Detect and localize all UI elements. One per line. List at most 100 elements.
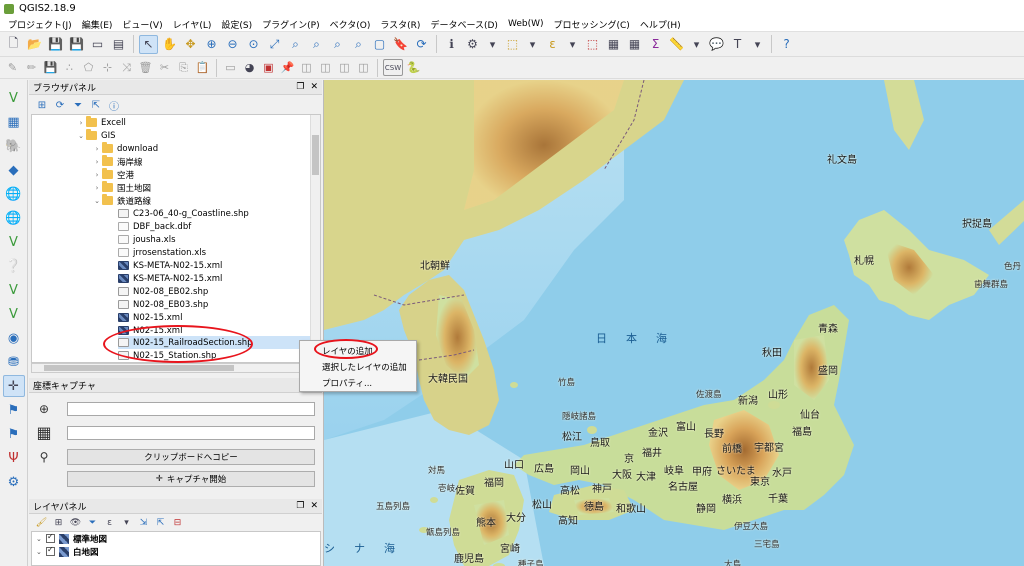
- node-tool-icon[interactable]: ⊹: [99, 59, 116, 76]
- menu-view[interactable]: ビュー(V): [117, 18, 167, 31]
- new-shapefile-icon[interactable]: V: [3, 303, 25, 325]
- tree-item[interactable]: N02-08_EB03.shp: [118, 298, 208, 311]
- tree-item[interactable]: KS-META-N02-15.xml: [118, 259, 222, 272]
- map-canvas[interactable]: 日 本 海 シ ナ 海 礼文島 択捉島 札幌 色丹 歯舞群島 北朝鮮 大韓民国 …: [323, 80, 1024, 566]
- add-wcs-layer-icon[interactable]: 🌐: [3, 207, 25, 229]
- add-wms-layer-icon[interactable]: 🌐: [3, 183, 25, 205]
- dropdown-arrow-icon[interactable]: ▾: [564, 36, 581, 53]
- tree-item[interactable]: jrrosenstation.xls: [118, 246, 206, 259]
- select-features-icon[interactable]: ⬚: [503, 35, 522, 54]
- tree-item[interactable]: ⌄ GIS: [76, 129, 116, 142]
- layer-row[interactable]: ⌄ 標準地図: [32, 532, 320, 545]
- tracking-icon[interactable]: ⚲: [36, 449, 52, 465]
- tree-horizontal-scrollbar[interactable]: [31, 363, 321, 373]
- new-map-view-icon[interactable]: ▢: [370, 35, 389, 54]
- gps-tools-icon[interactable]: ⚑: [3, 399, 25, 421]
- collapse-all-layers-icon[interactable]: ⇱: [153, 516, 168, 531]
- scrollbar-thumb[interactable]: [44, 365, 234, 371]
- tree-vertical-scrollbar[interactable]: [310, 115, 320, 362]
- float-panel-icon[interactable]: ❐: [296, 501, 304, 511]
- menu-vector[interactable]: ベクタ(O): [325, 18, 376, 31]
- cut-features-icon[interactable]: ✂: [156, 59, 173, 76]
- zoom-next-icon[interactable]: ⌕: [349, 35, 368, 54]
- filter-legend-icon[interactable]: ⏷: [85, 516, 100, 531]
- properties-info-icon[interactable]: ⓘ: [106, 97, 122, 113]
- map-tips-icon[interactable]: 💬: [707, 35, 726, 54]
- float-panel-icon[interactable]: ❐: [296, 82, 304, 92]
- delete-selected-icon[interactable]: 🗑: [137, 59, 154, 76]
- refresh-browser-icon[interactable]: ⟳: [52, 97, 68, 113]
- crs-grid-icon[interactable]: ▦: [36, 423, 52, 442]
- expand-all-icon[interactable]: ⇲: [136, 516, 151, 531]
- open-layer-styling-icon[interactable]: 🖌: [34, 516, 49, 531]
- tree-item[interactable]: KS-META-N02-15.xml: [118, 272, 222, 285]
- menu-project[interactable]: プロジェクト(J): [3, 18, 77, 31]
- label-pie-icon[interactable]: ◕: [241, 59, 258, 76]
- dropdown-arrow-icon[interactable]: ▾: [688, 36, 705, 53]
- zoom-in-icon[interactable]: ⊕: [202, 35, 221, 54]
- add-virtual-layer-icon[interactable]: V: [3, 279, 25, 301]
- manage-map-themes-icon[interactable]: 👁: [68, 516, 83, 531]
- expand-arrow-icon[interactable]: ›: [92, 171, 102, 179]
- add-vector-layer-icon[interactable]: V: [3, 87, 25, 109]
- move-feature-icon[interactable]: ⤨: [118, 59, 135, 76]
- add-selected-layers-icon[interactable]: ⊞: [34, 97, 50, 113]
- tree-item[interactable]: › 空港: [92, 168, 134, 181]
- highlight-pinned-labels-icon[interactable]: ▣: [260, 59, 277, 76]
- collapse-arrow-icon[interactable]: ⌄: [92, 197, 102, 205]
- add-mssql-layer-icon[interactable]: ⛃: [3, 351, 25, 373]
- python-console-icon[interactable]: 🐍: [405, 59, 422, 76]
- save-layer-edits-icon[interactable]: 💾: [42, 59, 59, 76]
- field-calculator-icon[interactable]: ▦: [625, 35, 644, 54]
- add-spatialite-layer-icon[interactable]: ◆: [3, 159, 25, 181]
- collapse-arrow-icon[interactable]: ⌄: [76, 132, 86, 140]
- tree-item[interactable]: DBF_back.dbf: [118, 220, 191, 233]
- menu-item-properties[interactable]: プロパティ...: [300, 375, 416, 391]
- identify-icon[interactable]: ℹ: [442, 35, 461, 54]
- current-edits-icon[interactable]: ✎: [4, 59, 21, 76]
- georeferencer-icon[interactable]: ⚙: [3, 471, 25, 493]
- help-icon[interactable]: ?: [777, 35, 796, 54]
- rotate-label-icon[interactable]: ◫: [336, 59, 353, 76]
- new-project-icon[interactable]: 🗋: [4, 35, 23, 54]
- tree-item[interactable]: C23-06_40-g_Coastline.shp: [118, 207, 249, 220]
- show-hide-labels-icon[interactable]: ◫: [298, 59, 315, 76]
- remove-layer-icon[interactable]: ⊟: [170, 516, 185, 531]
- dropdown-arrow-icon[interactable]: ▾: [484, 36, 501, 53]
- layer-row[interactable]: ⌄ 白地図: [32, 545, 320, 558]
- save-project-icon[interactable]: 💾: [46, 35, 65, 54]
- zoom-full-icon[interactable]: ⤢: [265, 35, 284, 54]
- zoom-selection-icon[interactable]: ⌕: [286, 35, 305, 54]
- label-toolbar-icon[interactable]: ▭: [222, 59, 239, 76]
- collapse-arrow-icon[interactable]: ⌄: [36, 535, 46, 543]
- dropdown-arrow-icon[interactable]: ▾: [749, 36, 766, 53]
- filter-browser-icon[interactable]: ⏷: [70, 97, 86, 113]
- add-wfs-layer-icon[interactable]: V: [3, 231, 25, 253]
- tree-item[interactable]: ⌄ 鉄道路線: [92, 194, 151, 207]
- pan-to-selection-icon[interactable]: ✥: [181, 35, 200, 54]
- scrollbar-thumb[interactable]: [312, 135, 319, 175]
- text-annotation-icon[interactable]: T: [728, 35, 747, 54]
- select-by-expression-icon[interactable]: ε: [543, 35, 562, 54]
- tree-item[interactable]: › download: [92, 142, 158, 155]
- attribute-table-icon[interactable]: ▦: [604, 35, 623, 54]
- menu-edit[interactable]: 編集(E): [77, 18, 118, 31]
- menu-item-add-selected-layers[interactable]: 選択したレイヤの追加: [300, 359, 416, 375]
- pan-hand-icon[interactable]: ✋: [160, 35, 179, 54]
- menu-help[interactable]: ヘルプ(H): [635, 18, 686, 31]
- composer-manager-icon[interactable]: ▤: [109, 35, 128, 54]
- statistics-sigma-icon[interactable]: Σ: [646, 35, 665, 54]
- collapse-arrow-icon[interactable]: ⌄: [36, 548, 46, 556]
- expand-arrow-icon[interactable]: ›: [92, 158, 102, 166]
- expand-arrow-icon[interactable]: ›: [92, 145, 102, 153]
- zoom-out-icon[interactable]: ⊖: [223, 35, 242, 54]
- tree-item[interactable]: › 海岸線: [92, 155, 143, 168]
- dropdown-arrow-icon[interactable]: ▾: [524, 36, 541, 53]
- pin-labels-icon[interactable]: 📌: [279, 59, 296, 76]
- expand-arrow-icon[interactable]: ›: [76, 119, 86, 127]
- refresh-icon[interactable]: ⟳: [412, 35, 431, 54]
- csw-button[interactable]: CSW: [383, 59, 403, 76]
- layer-visibility-checkbox[interactable]: [46, 532, 55, 543]
- menu-layer[interactable]: レイヤ(L): [168, 18, 217, 31]
- menu-settings[interactable]: 設定(S): [216, 18, 257, 31]
